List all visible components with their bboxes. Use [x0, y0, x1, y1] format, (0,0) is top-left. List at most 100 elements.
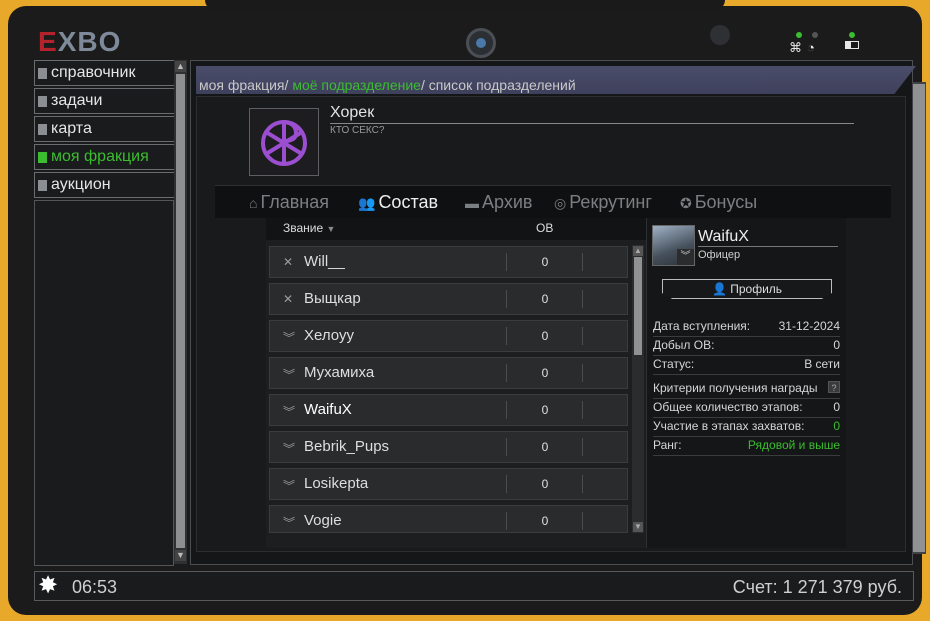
member-ob: 0 — [541, 366, 549, 380]
divider — [698, 246, 838, 247]
member-name: Хелоуу — [304, 327, 354, 344]
breadcrumb-unit-list[interactable]: список подразделений — [429, 77, 576, 93]
info-rank: Ранг: Рядовой и выше — [653, 437, 840, 456]
table-row[interactable]: ✕ Выщкар 0 — [269, 283, 628, 315]
status-led — [796, 32, 802, 38]
menu-item-auction[interactable]: аукцион — [34, 172, 174, 198]
scroll-up-icon[interactable]: ▲ — [175, 61, 186, 72]
member-ob: 0 — [541, 514, 549, 528]
help-icon[interactable]: ? — [828, 381, 840, 393]
sidebar-menu: справочник задачи карта моя фракция аукц… — [34, 60, 174, 200]
tab-main[interactable]: ⌂ Главная — [249, 192, 329, 213]
profile-button-label: Профиль — [730, 282, 783, 296]
menu-square-icon — [38, 179, 47, 191]
rank-icon: ︾ — [283, 368, 296, 382]
column-header-rank[interactable]: Звание ▼ — [283, 221, 335, 235]
member-name: Мухамиха — [304, 364, 375, 381]
scrollbar-thumb[interactable] — [634, 257, 642, 355]
menu-square-icon — [38, 123, 47, 135]
scrollbar-thumb[interactable] — [913, 84, 925, 552]
member-detail-name: WaifuX — [698, 228, 749, 245]
member-name: Vogie — [304, 512, 342, 529]
info-status: Статус: В сети — [653, 356, 840, 375]
info-label: Дата вступления: — [653, 319, 751, 333]
divider — [582, 512, 583, 530]
divider — [582, 327, 583, 345]
info-value: 0 — [833, 338, 840, 352]
table-row[interactable]: ︾ Vogie 0 — [269, 505, 628, 533]
info-label: Участие в этапах захватов: — [653, 419, 805, 433]
info-value: Рядовой и выше — [747, 438, 840, 452]
table-row[interactable]: ︾ Bebrik_Pups 0 — [269, 431, 628, 463]
scroll-down-icon[interactable]: ▼ — [175, 550, 186, 561]
tab-label: Архив — [482, 192, 533, 212]
home-icon: ⌂ — [249, 195, 258, 211]
divider — [506, 327, 507, 345]
menu-item-my-faction[interactable]: моя фракция — [34, 144, 174, 170]
rank-icon: ︾ — [283, 442, 296, 456]
battery-icon — [845, 41, 859, 49]
menu-square-icon — [38, 67, 47, 79]
info-label: Добыл ОВ: — [653, 338, 715, 352]
menu-item-reference[interactable]: справочник — [34, 60, 174, 86]
member-ob: 0 — [541, 440, 549, 454]
faction-motto: КТО СЕКС? — [330, 125, 385, 136]
divider — [582, 438, 583, 456]
member-name: Bebrik_Pups — [304, 438, 390, 455]
member-ob: 0 — [541, 292, 549, 306]
rank-icon: ✕ — [283, 255, 294, 269]
star-icon: ✪ — [680, 195, 692, 211]
account-balance: Счет: 1 271 379 руб. — [732, 577, 902, 597]
info-capture-stages: Участие в этапах захватов: 0 — [653, 418, 840, 437]
breadcrumb-separator: / — [420, 77, 425, 93]
divider — [506, 512, 507, 530]
table-row[interactable]: ︾ WaifuX 0 — [269, 394, 628, 426]
info-total-stages: Общее количество этапов: 0 — [653, 399, 840, 418]
member-name: Выщкар — [304, 290, 361, 307]
divider — [506, 475, 507, 493]
rank-icon: ︾ — [283, 405, 296, 419]
search-person-icon: ◎ — [554, 195, 567, 211]
divider — [506, 438, 507, 456]
tab-members[interactable]: 👥 Состав — [358, 192, 438, 213]
info-value: 31-12-2024 — [778, 319, 840, 333]
breadcrumb-my-unit[interactable]: моё подразделение — [292, 77, 421, 93]
scroll-down-icon[interactable]: ▼ — [633, 522, 643, 532]
sensor — [710, 25, 730, 45]
top-notch — [205, 0, 725, 10]
divider — [582, 475, 583, 493]
tab-archive[interactable]: ▬ Архив — [465, 192, 532, 213]
menu-item-tasks[interactable]: задачи — [34, 88, 174, 114]
table-row[interactable]: ︾ Хелоуу 0 — [269, 320, 628, 352]
menu-item-map[interactable]: карта — [34, 116, 174, 142]
tab-label: Состав — [378, 192, 439, 212]
clock: 06:53 — [72, 577, 118, 597]
faction-emblem-icon — [261, 120, 307, 166]
profile-button[interactable]: 👤 Профиль — [662, 279, 832, 299]
tab-recruiting[interactable]: ◎ Рекрутинг — [554, 192, 652, 213]
table-row[interactable]: ︾ Losikepta 0 — [269, 468, 628, 500]
menu-item-label: аукцион — [51, 176, 111, 193]
camera-icon — [466, 28, 496, 58]
members-scrollbar[interactable]: ▲ ▼ — [632, 245, 644, 533]
scrollbar-thumb[interactable] — [176, 74, 185, 548]
status-led — [812, 32, 818, 38]
tab-bonuses[interactable]: ✪ Бонусы — [680, 192, 757, 213]
column-header-label: Звание — [283, 221, 324, 235]
table-row[interactable]: ✕ Will__ 0 — [269, 246, 628, 278]
divider — [582, 253, 583, 271]
scroll-up-icon[interactable]: ▲ — [633, 246, 643, 256]
divider — [582, 290, 583, 308]
breadcrumb-separator: / — [284, 77, 289, 93]
folder-icon: ▬ — [465, 195, 479, 211]
column-header-ob[interactable]: ОВ — [536, 221, 553, 235]
main-scrollbar[interactable] — [912, 82, 926, 554]
signal-icon: ⌘ — [789, 40, 802, 55]
menu-item-label: карта — [51, 120, 92, 137]
info-label: Критерии получения награды — [653, 381, 818, 395]
rank-icon: ✕ — [283, 292, 294, 306]
menu-square-icon — [38, 95, 47, 107]
sidebar-scrollbar[interactable]: ▲ ▼ — [174, 60, 187, 564]
table-row[interactable]: ︾ Мухамиха 0 — [269, 357, 628, 389]
breadcrumb-my-faction[interactable]: моя фракция — [199, 77, 285, 93]
